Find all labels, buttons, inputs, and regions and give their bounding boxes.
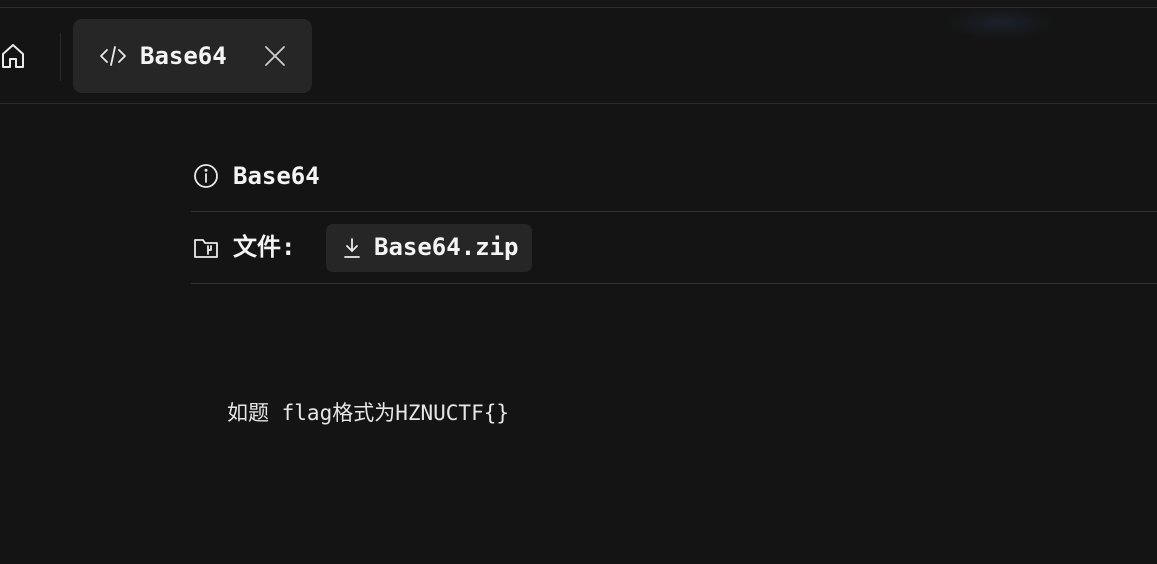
tab-bar-divider [60,33,61,81]
home-button[interactable] [0,42,26,70]
tab-bar: Base64 [0,8,1157,104]
info-icon [194,164,218,188]
close-icon[interactable] [264,45,286,67]
files-label: 文件: [233,233,296,261]
download-icon [344,238,360,258]
challenge-description: 如题 flag格式为HZNUCTF{} [227,401,510,425]
home-icon [2,44,24,68]
file-name: Base64.zip [374,233,519,261]
tab-base64[interactable]: Base64 [73,19,312,93]
challenge-title: Base64 [233,162,320,190]
folder-icon [194,239,218,258]
code-icon [100,46,126,66]
challenge-title-row: Base64 [191,140,1157,212]
download-file-button[interactable]: Base64.zip [326,224,532,272]
tab-label: Base64 [140,42,227,70]
challenge-files-row: 文件: Base64.zip [191,212,1157,284]
